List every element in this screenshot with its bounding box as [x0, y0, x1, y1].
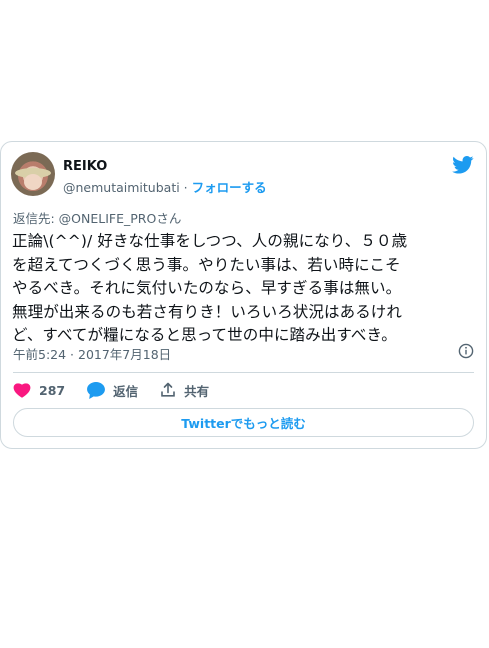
reply-label: 返信 — [113, 383, 139, 399]
like-button[interactable]: 287 — [13, 382, 65, 398]
tweet-card: REIKO @nemutaimitubati · フォローする 返信先: @ON… — [0, 141, 487, 449]
reply-to-line[interactable]: 返信先: @ONELIFE_PROさん — [13, 208, 181, 227]
reply-button[interactable]: 返信 — [87, 381, 138, 400]
heart-icon — [13, 383, 31, 398]
reply-bubble-icon — [87, 381, 106, 399]
avatar-face — [24, 174, 42, 190]
share-button[interactable]: 共有 — [160, 381, 209, 400]
tweet-text: 正論\(^^)/ 好きな仕事をしつつ、人の親になり、５０歳 を超えてつくづく思う… — [12, 232, 408, 344]
twitter-bird-icon[interactable] — [452, 156, 474, 174]
avatar[interactable] — [11, 152, 55, 196]
tweet-timestamp[interactable]: 午前5:24 · 2017年7月18日 — [13, 344, 171, 363]
user-handle[interactable]: @nemutaimitubati — [63, 180, 180, 195]
handle-separator: · — [179, 180, 192, 195]
read-more-button[interactable]: Twitterでもっと読む — [13, 408, 474, 437]
share-icon — [161, 382, 175, 397]
action-bar: 287 返信 共有 — [13, 380, 231, 400]
display-name[interactable]: REIKO — [63, 159, 107, 174]
follow-button[interactable]: フォローする — [192, 180, 267, 195]
handle-row: @nemutaimitubati · フォローする — [63, 177, 267, 196]
like-count: 287 — [39, 382, 66, 398]
divider — [13, 372, 474, 373]
share-label: 共有 — [184, 383, 210, 399]
info-icon[interactable] — [458, 343, 474, 359]
